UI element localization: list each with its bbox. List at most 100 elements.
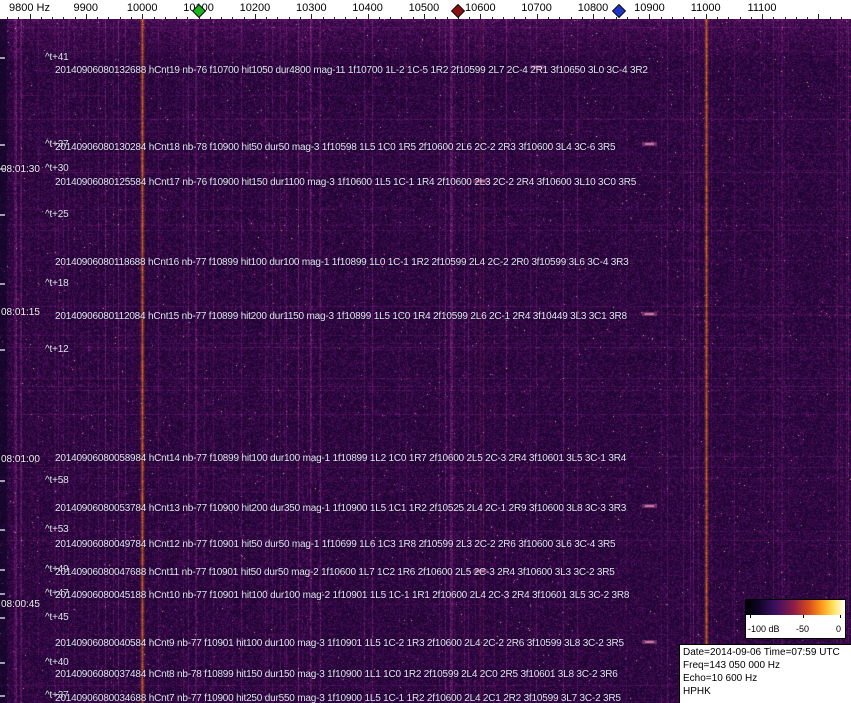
event-time-marker: ^t+18 — [45, 278, 68, 289]
freq-tick — [762, 14, 763, 19]
event-data-line: 20140906080040584 hCnt9 nb-77 f10901 hit… — [55, 638, 624, 649]
freq-tick — [559, 17, 560, 19]
freq-tick-label: 10200 — [240, 2, 271, 14]
event-data-line: 20140906080130284 hCnt18 nb-78 f10900 hi… — [55, 142, 615, 153]
freq-tick — [108, 17, 109, 19]
event-edge-tick — [0, 283, 5, 285]
freq-tick — [672, 17, 673, 19]
event-data-line: 20140906080112084 hCnt15 nb-77 f10899 hi… — [55, 311, 627, 322]
freq-tick — [525, 17, 526, 19]
freq-tick — [604, 17, 605, 19]
freq-tick — [120, 17, 121, 19]
freq-tick — [424, 14, 425, 19]
freq-tick — [311, 14, 312, 19]
freq-tick — [97, 17, 98, 19]
freq-tick — [255, 14, 256, 19]
freq-tick — [818, 14, 819, 19]
freq-tick — [30, 14, 31, 19]
freq-tick — [323, 17, 324, 19]
freq-tick — [571, 17, 572, 19]
freq-tick — [86, 14, 87, 19]
event-data-line: 20140906080037484 hCnt8 nb-78 f10899 hit… — [55, 669, 618, 680]
db-color-scale: -100 dB -50 0 — [745, 599, 846, 639]
freq-tick — [18, 17, 19, 19]
info-date-line: Date=2014-09-06 Time=07:59 UTC — [683, 646, 851, 659]
event-edge-tick — [0, 569, 5, 571]
event-data-line: 20140906080053784 hCnt13 nb-77 f10900 hi… — [55, 503, 626, 514]
time-axis-label: 08:00:45 — [1, 599, 40, 610]
color-gradient-bar — [746, 600, 845, 615]
time-axis-label: 08:01:00 — [1, 454, 40, 465]
freq-tick — [266, 17, 267, 19]
freq-tick — [638, 17, 639, 19]
freq-tick-label: 10900 — [634, 2, 665, 14]
freq-tick — [717, 17, 718, 19]
event-data-line: 20140906080034688 hCnt7 nb-77 f10900 hit… — [55, 693, 621, 703]
freq-tick — [683, 17, 684, 19]
freq-tick — [447, 17, 448, 19]
freq-tick — [187, 17, 188, 19]
status-info-box: Date=2014-09-06 Time=07:59 UTC Freq=143 … — [679, 644, 851, 703]
event-edge-tick — [0, 593, 5, 595]
freq-tick — [706, 14, 707, 19]
freq-tick — [289, 17, 290, 19]
freq-tick — [480, 14, 481, 19]
blue-diamond-marker[interactable] — [612, 4, 626, 18]
freq-tick — [785, 17, 786, 19]
freq-tick — [514, 17, 515, 19]
event-time-marker: ^t+53 — [45, 524, 68, 535]
freq-tick — [334, 17, 335, 19]
freq-tick-label: 10300 — [296, 2, 327, 14]
freq-tick-label: 10700 — [521, 2, 552, 14]
freq-tick — [210, 17, 211, 19]
freq-tick — [52, 17, 53, 19]
freq-tick — [796, 17, 797, 19]
legend-max-label: 0 — [836, 624, 841, 634]
event-data-line: 20140906080045188 hCnt10 nb-77 f10901 hi… — [55, 590, 629, 601]
freq-tick — [694, 17, 695, 19]
freq-tick-label: 9800 Hz — [9, 2, 50, 14]
freq-tick-label: 10800 — [578, 2, 609, 14]
freq-tick — [368, 14, 369, 19]
freq-tick — [830, 17, 831, 19]
event-overlay-layer: ^t+41 20140906080132688 hCnt19 nb-76 f107… — [0, 0, 851, 703]
freq-tick-label: 9900 — [74, 2, 98, 14]
info-echo-line: Echo=10 600 Hz — [683, 672, 851, 685]
event-time-marker: ^t+58 — [45, 475, 68, 486]
legend-mid-label: -50 — [796, 624, 809, 634]
event-data-line: 20140906080058984 hCnt14 nb-77 f10899 hi… — [55, 453, 626, 464]
freq-tick-label: 11000 — [691, 2, 721, 14]
legend-tick — [750, 615, 751, 618]
freq-tick — [232, 17, 233, 19]
freq-tick — [582, 17, 583, 19]
event-edge-tick — [0, 662, 5, 664]
freq-tick — [728, 17, 729, 19]
freq-tick-label: 10600 — [465, 2, 496, 14]
freq-tick — [413, 17, 414, 19]
freq-tick — [773, 17, 774, 19]
freq-tick — [435, 17, 436, 19]
freq-tick — [649, 14, 650, 19]
freq-tick — [131, 17, 132, 19]
freq-tick — [807, 17, 808, 19]
info-callsign-line: HPHK — [683, 685, 851, 698]
event-edge-tick — [0, 214, 5, 216]
freq-tick-label: 10000 — [127, 2, 158, 14]
freq-tick — [616, 17, 617, 19]
freq-tick — [627, 17, 628, 19]
event-edge-tick — [0, 144, 5, 146]
freq-tick — [277, 17, 278, 19]
freq-tick — [537, 14, 538, 19]
freq-tick — [41, 17, 42, 19]
freq-tick — [300, 17, 301, 19]
event-time-marker: ^t+40 — [45, 657, 68, 668]
freq-tick — [244, 17, 245, 19]
freq-tick — [503, 17, 504, 19]
event-data-line: 20140906080132688 hCnt19 nb-76 f10700 hi… — [55, 65, 648, 76]
legend-min-label: -100 dB — [748, 624, 780, 634]
freq-tick — [751, 17, 752, 19]
event-time-marker: ^t+30 — [45, 163, 68, 174]
red-diamond-marker[interactable] — [451, 4, 465, 18]
spectrogram-window: 9800 Hz990010000101001020010300104001050… — [0, 0, 851, 703]
event-edge-tick — [0, 695, 5, 697]
